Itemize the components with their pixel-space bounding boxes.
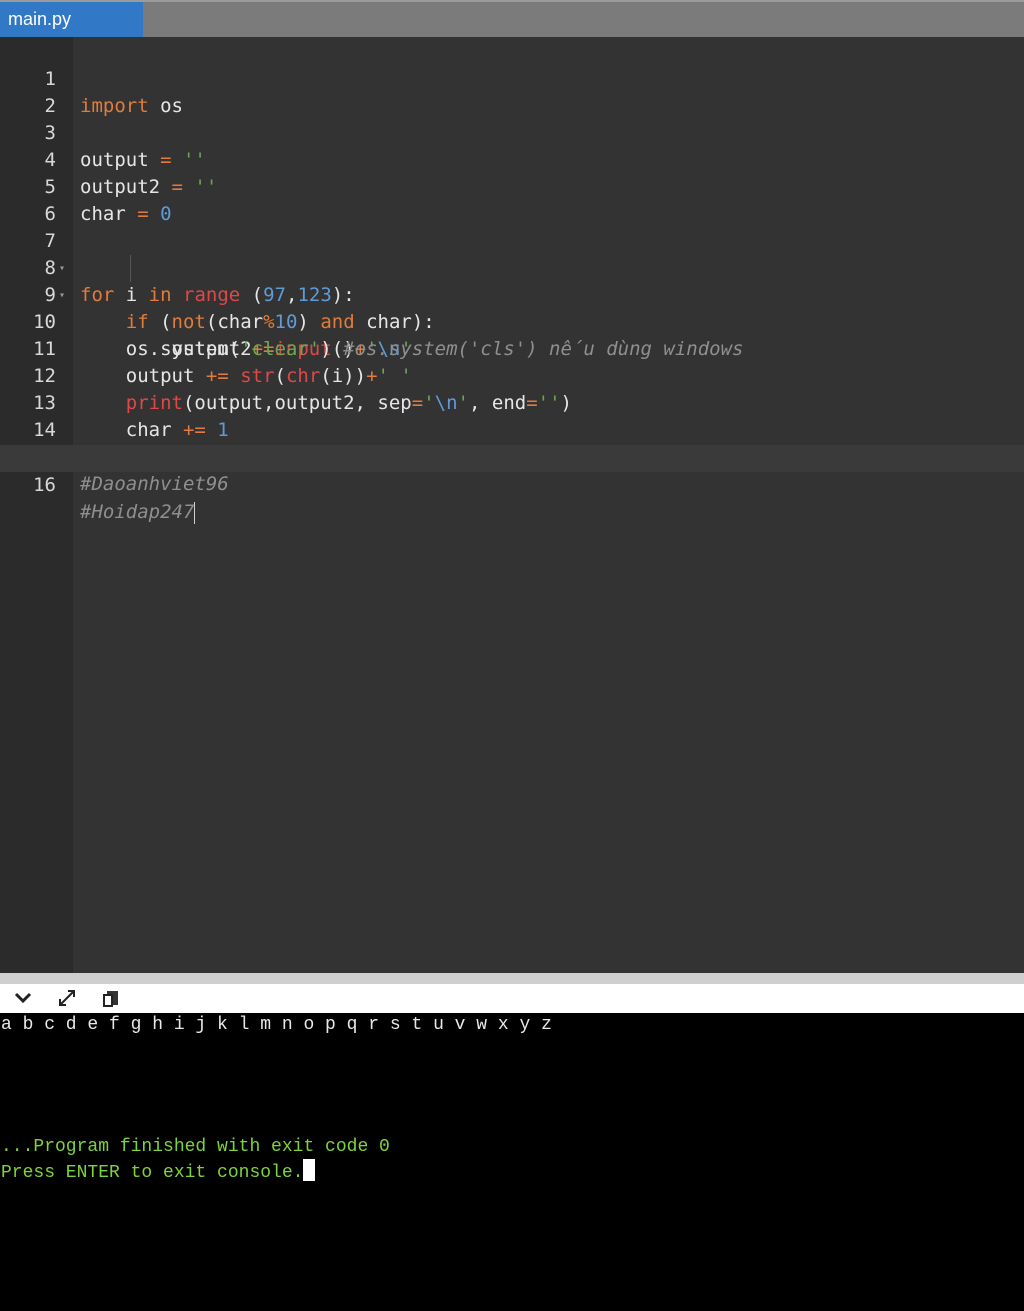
exit-status-line: ...Program finished with exit code 0 [1, 1137, 390, 1157]
code-editor[interactable]: 1 import os 2 3 output = '' 4 output2 = … [0, 37, 1024, 973]
expand-icon[interactable] [56, 988, 78, 1010]
chevron-down-icon[interactable] [12, 988, 34, 1010]
code-line-3: 3 output = '' [0, 93, 1024, 171]
program-output: a b c d e f g h i j k l m n o p q r s t … [1, 1015, 552, 1035]
panel-splitter[interactable] [0, 973, 1024, 984]
code-line-15: 15 #Daoanhviet96 [0, 417, 1024, 495]
code-line-7: 7 ▾ for i in range (97,123): [0, 201, 1024, 306]
exit-prompt-line: Press ENTER to exit console. [1, 1159, 316, 1185]
code-line-11: 11 output += str(chr(i))+' ' [0, 309, 1024, 387]
indent-guide [130, 255, 131, 282]
code-line-10: 10 os.system('clear') #os.system('cls') … [0, 282, 1024, 360]
comment: #Daoanhviet96 [80, 473, 229, 495]
exit-prompt-text: Press ENTER to exit console. [1, 1163, 304, 1183]
tab-bar: main.py [0, 0, 1024, 37]
code-line-14: 14 [0, 390, 1024, 441]
comment: #Hoidap247 [80, 501, 195, 523]
code-line-2: 2 [0, 66, 1024, 117]
tab-main-py[interactable]: main.py [0, 2, 143, 37]
code-line-8: 8 ▾ if (not(char%10) and char): [0, 228, 1024, 333]
code-line-12: 12 print(output,output2, sep='\n', end='… [0, 336, 1024, 414]
code-line-13: 13 char += 1 [0, 363, 1024, 441]
code-line-5: 5 char = 0 [0, 147, 1024, 225]
line-number: 16 [33, 474, 56, 496]
code-line-1: 1 import os [0, 39, 1024, 117]
text-cursor [194, 501, 196, 524]
code-line-4: 4 output2 = '' [0, 120, 1024, 198]
code-line-6: 6 [0, 174, 1024, 225]
code-line-9: 9 output2+=input()+'\n' [0, 255, 1024, 360]
copy-paste-icon[interactable] [100, 988, 122, 1010]
console-toolbar [0, 984, 1024, 1013]
terminal-cursor [303, 1159, 316, 1181]
code-line-16: 16 #Hoidap247 [0, 445, 1024, 524]
console-output[interactable]: a b c d e f g h i j k l m n o p q r s t … [0, 1013, 1024, 1311]
